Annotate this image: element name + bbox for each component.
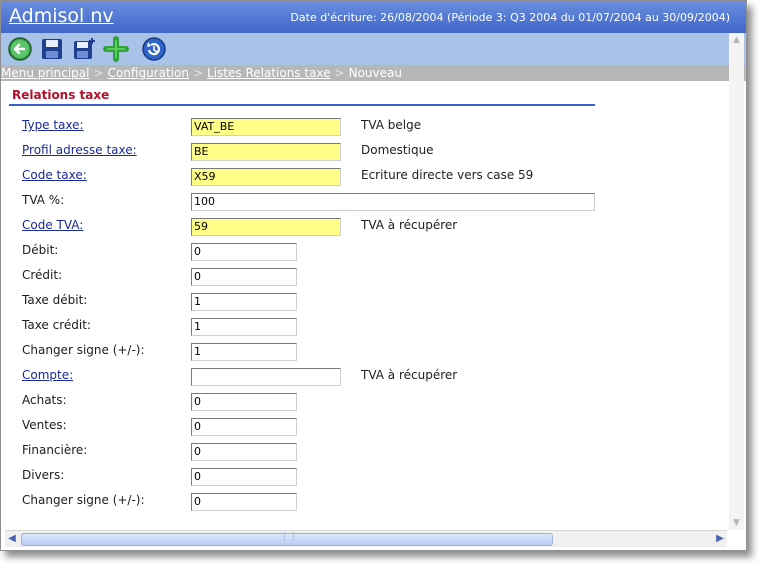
changer-signe-label-2: Changer signe (+/-):: [22, 493, 145, 507]
profil-adresse-taxe-link[interactable]: Profil adresse taxe:: [22, 143, 137, 157]
tva-percent-label: TVA %:: [22, 193, 65, 207]
type-taxe-description: TVA belge: [361, 118, 422, 132]
profil-adresse-taxe-description: Domestique: [361, 143, 434, 157]
credit-label: Crédit:: [22, 268, 63, 282]
breadcrumb-configuration[interactable]: Configuration: [108, 66, 189, 80]
divers-input[interactable]: [191, 468, 297, 486]
breadcrumb-current: Nouveau: [348, 66, 402, 80]
scroll-right-icon[interactable]: ▶: [713, 532, 727, 546]
type-taxe-link[interactable]: Type taxe:: [22, 118, 84, 132]
add-icon[interactable]: [103, 36, 129, 62]
changer-signe-input-2[interactable]: [191, 493, 297, 511]
ventes-input[interactable]: [191, 418, 297, 436]
title-bar: Admisol nv Date d'écriture: 26/08/2004 (…: [1, 1, 746, 33]
date-info: Date d'écriture: 26/08/2004 (Période 3: …: [290, 11, 730, 24]
profil-adresse-taxe-input[interactable]: [191, 143, 341, 161]
code-taxe-link[interactable]: Code taxe:: [22, 168, 87, 182]
code-tva-description: TVA à récupérer: [361, 218, 458, 232]
compte-input[interactable]: [191, 368, 341, 386]
debit-input[interactable]: [191, 243, 297, 261]
tva-percent-input[interactable]: [191, 193, 595, 211]
code-tva-link[interactable]: Code TVA:: [22, 218, 83, 232]
back-icon[interactable]: [7, 36, 33, 62]
financiere-input[interactable]: [191, 443, 297, 461]
type-taxe-input[interactable]: [191, 118, 341, 136]
horizontal-scrollbar[interactable]: ◀ ⋮⋮ ▶: [5, 530, 727, 547]
application-window: Admisol nv Date d'écriture: 26/08/2004 (…: [0, 0, 747, 551]
debit-label: Débit:: [22, 243, 59, 257]
refresh-icon[interactable]: [141, 36, 167, 62]
scroll-up-icon[interactable]: ▲: [729, 33, 744, 47]
taxe-credit-input[interactable]: [191, 318, 297, 336]
code-taxe-description: Ecriture directe vers case 59: [361, 168, 534, 182]
grip-icon: ⋮⋮: [280, 532, 298, 542]
save-icon[interactable]: [39, 36, 65, 62]
scroll-left-icon[interactable]: ◀: [5, 532, 19, 546]
taxe-debit-label: Taxe débit:: [22, 293, 88, 307]
section-divider: [9, 104, 595, 106]
scroll-down-icon[interactable]: ▼: [729, 516, 744, 530]
section-title: Relations taxe: [12, 88, 110, 102]
save-new-icon[interactable]: [71, 36, 97, 62]
breadcrumb-menu-principal[interactable]: Menu principal: [1, 66, 90, 80]
financiere-label: Financière:: [22, 443, 88, 457]
breadcrumb-separator: >: [334, 66, 345, 80]
ventes-label: Ventes:: [22, 418, 67, 432]
compte-link[interactable]: Compte:: [22, 368, 73, 382]
vertical-scrollbar[interactable]: ▲ ▼: [729, 33, 744, 530]
compte-description: TVA à récupérer: [361, 368, 458, 382]
taxe-credit-label: Taxe crédit:: [22, 318, 91, 332]
scrollbar-thumb[interactable]: ⋮⋮: [21, 532, 553, 546]
achats-input[interactable]: [191, 393, 297, 411]
code-tva-input[interactable]: [191, 218, 341, 236]
divers-label: Divers:: [22, 468, 65, 482]
breadcrumb: Menu principal > Configuration > Listes Rela…: [1, 65, 746, 81]
code-taxe-input[interactable]: [191, 168, 341, 186]
breadcrumb-separator: >: [192, 66, 204, 80]
taxe-debit-input[interactable]: [191, 293, 297, 311]
breadcrumb-separator: >: [93, 66, 104, 80]
achats-label: Achats:: [22, 393, 67, 407]
breadcrumb-listes-relations-taxe[interactable]: Listes Relations taxe: [207, 66, 331, 80]
changer-signe-input[interactable]: [191, 343, 297, 361]
credit-input[interactable]: [191, 268, 297, 286]
toolbar: [1, 33, 746, 65]
app-title[interactable]: Admisol nv: [9, 5, 114, 27]
changer-signe-label: Changer signe (+/-):: [22, 343, 145, 357]
